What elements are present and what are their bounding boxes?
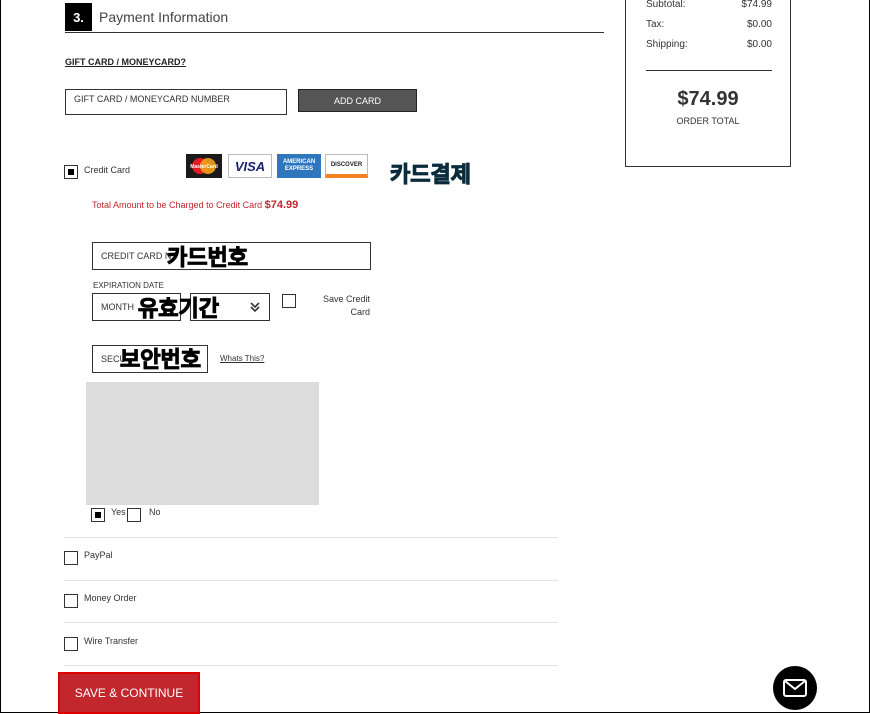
no-radio[interactable]: [127, 508, 141, 522]
security-code-image-placeholder: [86, 382, 319, 505]
yes-label: Yes: [111, 507, 126, 517]
no-label: No: [149, 507, 161, 517]
tax-value: $0.00: [746, 19, 772, 30]
annotation-expiration: 유효기간: [138, 297, 220, 323]
wire-transfer-radio[interactable]: [64, 637, 78, 651]
month-placeholder: MONTH: [101, 302, 134, 312]
whats-this-link[interactable]: Whats This?: [220, 354, 264, 363]
step-number: 3.: [65, 3, 92, 31]
paypal-label: PayPal: [84, 550, 113, 560]
section-title: Payment Information: [99, 9, 229, 25]
subtotal-label: Subtotal:: [646, 0, 686, 10]
tax-label: Tax:: [646, 19, 665, 30]
total-charge-text: Total Amount to be Charged to Credit Car…: [92, 199, 298, 211]
section-divider: [65, 32, 604, 33]
save-credit-card-label: Save Credit Card: [322, 294, 370, 317]
money-order-label: Money Order: [84, 593, 137, 603]
mastercard-logo-text: MasterCard: [190, 164, 218, 170]
yes-radio[interactable]: [91, 508, 105, 522]
mastercard-logo: MasterCard: [186, 154, 222, 178]
subtotal-row: Subtotal: $74.99: [646, 0, 772, 10]
divider: [64, 537, 558, 538]
paypal-radio[interactable]: [64, 551, 78, 565]
subtotal-value: $74.99: [741, 0, 772, 10]
annotation-security-code: 보안번호: [120, 348, 202, 374]
order-summary-box: Subtotal: $74.99 Tax: $0.00 Shipping: $0.00…: [625, 0, 791, 167]
save-continue-button[interactable]: SAVE & CONTINUE: [58, 672, 200, 714]
total-charge-amount: $74.99: [264, 199, 299, 211]
divider: [64, 665, 558, 666]
mail-chat-button[interactable]: [773, 666, 817, 710]
save-credit-card-checkbox[interactable]: [282, 294, 296, 308]
credit-card-radio[interactable]: [64, 165, 78, 179]
divider: [64, 580, 558, 581]
add-card-button[interactable]: ADD CARD: [298, 89, 417, 112]
shipping-label: Shipping:: [646, 39, 688, 50]
annotation-card-number: 카드번호: [167, 246, 249, 272]
order-total-label: ORDER TOTAL: [676, 116, 740, 126]
expiration-label: EXPIRATION DATE: [93, 281, 164, 290]
amex-logo: AMERICAN EXPRESS: [277, 154, 321, 178]
gift-card-input[interactable]: GIFT CARD / MONEYCARD NUMBER: [65, 89, 287, 115]
chevron-down-icon: [250, 302, 260, 313]
wire-transfer-label: Wire Transfer: [84, 636, 139, 646]
shipping-row: Shipping: $0.00: [646, 39, 772, 50]
summary-divider: [646, 70, 772, 71]
shipping-value: $0.00: [746, 39, 772, 50]
money-order-radio[interactable]: [64, 594, 78, 608]
order-total-value: $74.99: [677, 88, 739, 110]
gift-card-link[interactable]: GIFT CARD / MONEYCARD?: [65, 57, 186, 67]
card-number-placeholder: CREDIT CARD N: [101, 251, 172, 261]
credit-card-label: Credit Card: [84, 165, 131, 175]
tax-row: Tax: $0.00: [646, 19, 772, 30]
mail-icon: [783, 679, 807, 697]
visa-logo: VISA: [228, 154, 272, 178]
total-charge-label: Total Amount to be Charged to Credit Car…: [92, 200, 263, 210]
annotation-card-payment: 카드결제: [390, 163, 472, 189]
divider: [64, 622, 558, 623]
discover-logo: DISCOVER: [325, 154, 368, 178]
